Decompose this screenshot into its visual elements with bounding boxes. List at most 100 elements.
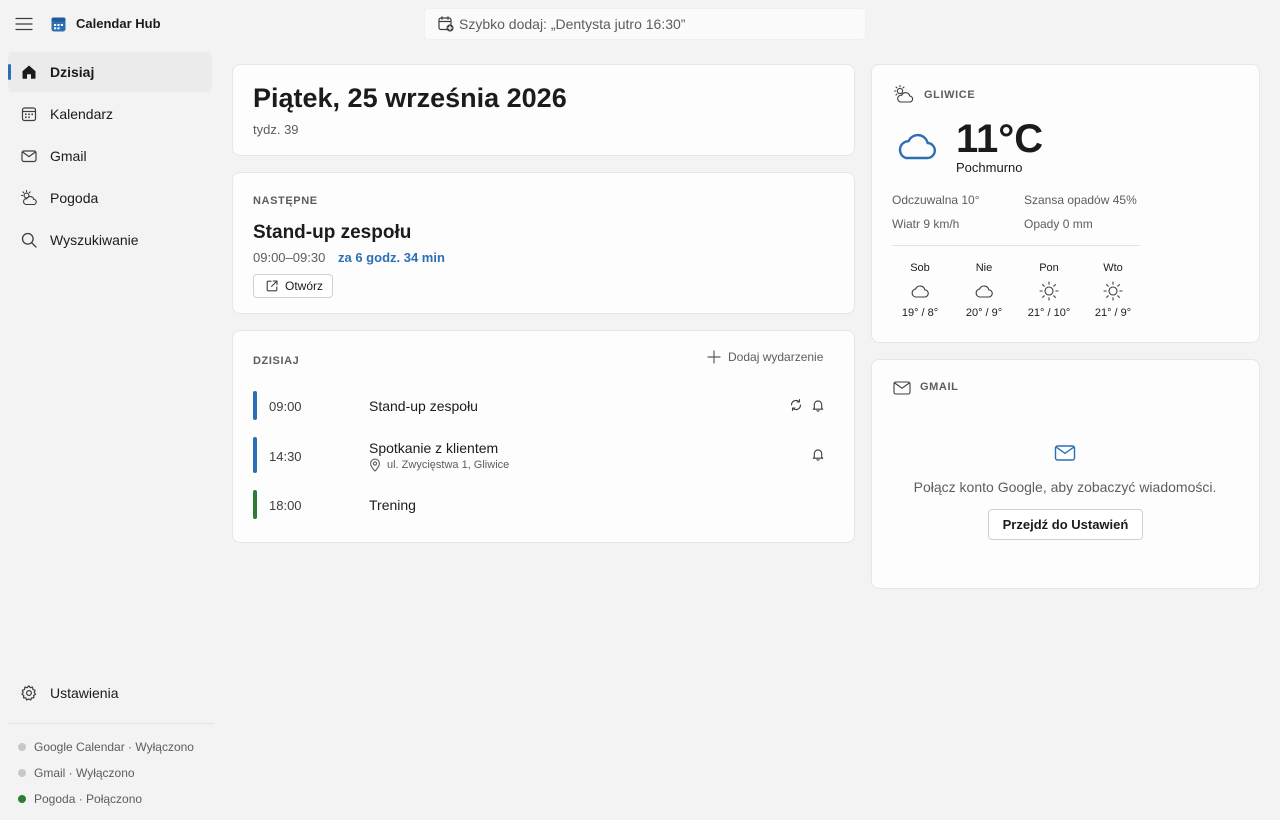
weather-divider <box>892 245 1140 246</box>
next-event-card: NASTĘPNE Stand-up zespołu 09:00–09:30 za… <box>232 172 855 314</box>
sidebar-item-label: Gmail <box>50 148 87 164</box>
forecast-temp: 21° / 10° <box>1027 307 1071 319</box>
event-location-text: ul. Zwycięstwa 1, Gliwice <box>387 459 510 471</box>
sidebar-item-kalendarz[interactable]: Kalendarz <box>8 94 212 134</box>
agenda-label: DZISIAJ <box>253 355 300 367</box>
forecast-temp: 19° / 8° <box>901 307 939 319</box>
title-bar: Calendar Hub <box>0 0 1280 48</box>
next-event-time: 09:00–09:30 <box>253 250 326 265</box>
forecast-day-label: Nie <box>975 262 993 274</box>
location-pin-icon <box>370 458 380 472</box>
sidebar-item-ustawienia[interactable]: Ustawienia <box>8 673 212 713</box>
list-item[interactable]: 14:30 Spotkanie z klientem ul. Zwycięstw… <box>253 437 833 475</box>
weather-rain-chance: Szansa opadów 45% <box>1024 193 1137 207</box>
sidebar-item-gmail[interactable]: Gmail <box>8 136 212 176</box>
event-color-bar <box>253 490 257 519</box>
bell-icon <box>811 398 825 412</box>
event-title: Spotkanie z klientem <box>369 440 499 456</box>
go-to-settings-button[interactable]: Przejdź do Ustawień <box>988 509 1143 540</box>
forecast-day: Nie 20° / 9° <box>954 262 1014 319</box>
weather-temperature: 11°C <box>956 117 1044 161</box>
status-google-calendar: Google Calendar · Wyłączono <box>18 740 194 754</box>
settings-label: Ustawienia <box>50 685 119 701</box>
event-title: Trening <box>369 497 416 513</box>
mail-icon <box>1054 444 1076 462</box>
forecast-temp: 21° / 9° <box>1094 307 1132 319</box>
add-event-label: Dodaj wydarzenie <box>728 350 824 364</box>
open-external-icon <box>266 280 278 292</box>
status-gmail: Gmail · Wyłączono <box>18 766 135 780</box>
calendar-add-icon <box>437 15 455 33</box>
weather-precipitation: Opady 0 mm <box>1024 217 1093 231</box>
event-time: 18:00 <box>269 498 302 513</box>
status-label: Gmail · Wyłączono <box>34 766 135 780</box>
menu-icon[interactable] <box>12 12 36 36</box>
sidebar-item-label: Wyszukiwanie <box>50 232 139 248</box>
sidebar-item-wyszukiwanie[interactable]: Wyszukiwanie <box>8 220 212 260</box>
forecast-day: Sob 19° / 8° <box>890 262 950 319</box>
cloud-icon <box>909 280 931 302</box>
status-pogoda: Pogoda · Połączono <box>18 792 142 806</box>
weather-feels-like: Odczuwalna 10° <box>892 193 980 207</box>
weather-city: GLIWICE <box>924 89 976 101</box>
status-label: Pogoda · Połączono <box>34 792 143 806</box>
recurring-icon <box>789 398 803 412</box>
sun-icon <box>1102 280 1124 302</box>
event-location: ul. Zwycięstwa 1, Gliwice <box>369 458 509 472</box>
agenda-card: DZISIAJ Dodaj wydarzenie 09:00 Stand-up … <box>232 330 855 543</box>
quick-add-box[interactable] <box>424 8 866 40</box>
mail-icon <box>893 380 911 396</box>
sidebar-item-label: Pogoda <box>50 190 99 206</box>
open-button-label: Otwórz <box>285 279 324 293</box>
gear-icon <box>20 684 38 702</box>
app-title: Calendar Hub <box>76 16 161 31</box>
status-dot <box>18 795 26 803</box>
list-item[interactable]: 09:00 Stand-up zespołu <box>253 391 833 421</box>
weather-wind: Wiatr 9 km/h <box>892 217 960 231</box>
status-label: Google Calendar · Wyłączono <box>34 740 194 754</box>
sun-icon <box>1038 280 1060 302</box>
weather-icon <box>20 189 38 207</box>
status-dot <box>18 743 26 751</box>
event-time: 14:30 <box>269 449 302 464</box>
page-title: Piątek, 25 września 2026 <box>253 83 567 113</box>
sidebar-item-label: Kalendarz <box>50 106 114 122</box>
event-title: Stand-up zespołu <box>369 398 478 414</box>
plus-icon <box>707 350 721 364</box>
event-color-bar <box>253 437 257 473</box>
forecast-day-label: Sob <box>910 262 930 274</box>
gmail-connect-message: Połącz konto Google, aby zobaczyć wiadom… <box>913 479 1217 495</box>
quick-add-input[interactable] <box>459 16 849 32</box>
add-event-button[interactable]: Dodaj wydarzenie <box>707 350 823 364</box>
event-color-bar <box>253 391 257 420</box>
gmail-title: GMAIL <box>920 381 959 393</box>
forecast-temp: 20° / 9° <box>965 307 1003 319</box>
list-item[interactable]: 18:00 Trening <box>253 490 833 520</box>
forecast-day: Wto 21° / 9° <box>1083 262 1143 319</box>
next-event-title: Stand-up zespołu <box>253 222 412 243</box>
week-number: tydz. 39 <box>253 122 299 137</box>
forecast-day-label: Pon <box>1039 262 1059 274</box>
mail-icon <box>20 147 38 165</box>
next-label: NASTĘPNE <box>253 195 318 207</box>
sidebar-item-pogoda[interactable]: Pogoda <box>8 178 212 218</box>
event-time: 09:00 <box>269 399 302 414</box>
date-card: Piątek, 25 września 2026 tydz. 39 <box>232 64 855 156</box>
forecast-day: Pon 21° / 10° <box>1019 262 1079 319</box>
search-icon <box>20 231 38 249</box>
active-indicator <box>8 64 11 80</box>
sidebar-item-dzisiaj[interactable]: Dzisiaj <box>8 52 212 92</box>
sidebar-item-label: Dzisiaj <box>50 64 95 80</box>
cloud-icon <box>894 127 938 161</box>
weather-card: GLIWICE 11°C Pochmurno Odczuwalna 10° Wi… <box>871 64 1260 343</box>
weather-icon <box>893 84 915 104</box>
next-event-countdown: za 6 godz. 34 min <box>338 250 445 265</box>
bell-icon <box>811 447 825 461</box>
open-button[interactable]: Otwórz <box>253 274 333 298</box>
status-dot <box>18 769 26 777</box>
calendar-icon <box>20 105 38 123</box>
app-logo-icon <box>51 16 66 32</box>
home-icon <box>20 63 38 81</box>
sidebar-divider <box>8 723 214 724</box>
cloud-icon <box>973 280 995 302</box>
